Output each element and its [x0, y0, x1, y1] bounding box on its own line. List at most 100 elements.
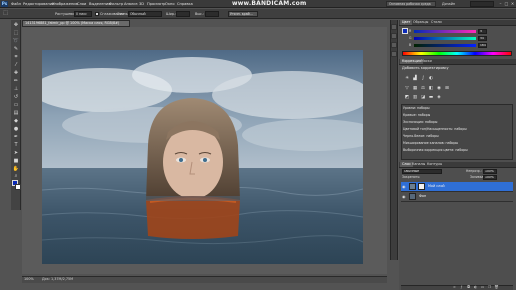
feather-input[interactable]: 0 пикс	[74, 11, 92, 17]
photo-canvas[interactable]	[42, 50, 363, 264]
red-value-input[interactable]: 3	[478, 29, 487, 34]
menu-layers[interactable]: Слои	[77, 1, 86, 7]
preset-exposure[interactable]: Экспозиция: наборы	[403, 120, 437, 125]
minimize-icon[interactable]: –	[498, 1, 503, 6]
zoom-tool-icon[interactable]: ⌕	[12, 173, 20, 180]
crop-tool-icon[interactable]: ⌗	[12, 54, 20, 61]
document-tab[interactable]: 1413196881_fatmir_pp @ 100% (Маска слоя,…	[22, 20, 130, 27]
layer-mask-thumbnail[interactable]	[418, 183, 425, 190]
eyedropper-tool-icon[interactable]: ⁄	[12, 62, 20, 69]
menu-select[interactable]: Выделение	[89, 1, 110, 7]
preset-curves[interactable]: Кривые: наборы	[403, 113, 430, 118]
tab-masks[interactable]: Маски	[419, 59, 434, 64]
preset-levels[interactable]: Уровни: наборы	[403, 106, 430, 111]
exposure-icon[interactable]: ◐	[428, 76, 434, 81]
tab-styles[interactable]: Стили	[429, 20, 444, 25]
maximize-icon[interactable]: □	[504, 1, 509, 6]
brush-tool-icon[interactable]: ✏	[12, 78, 20, 85]
green-slider[interactable]	[414, 37, 476, 40]
invert-icon[interactable]: ◩	[404, 95, 410, 100]
marquee-tool-preset-icon[interactable]: ⬚	[2, 10, 9, 17]
menu-analysis[interactable]: Анализ	[124, 1, 138, 7]
preset-selective-color[interactable]: Выборочная коррекция цвета: наборы	[403, 148, 468, 153]
paragraph-panel-icon[interactable]	[391, 51, 397, 57]
layer-visibility-eye-icon[interactable]: ◉	[402, 184, 407, 189]
layer-name[interactable]: Фон	[419, 194, 426, 199]
quick-select-tool-icon[interactable]: ✎	[12, 46, 20, 53]
channel-mixer-icon[interactable]: ⊞	[444, 86, 450, 91]
add-mask-icon[interactable]: ◘	[466, 285, 471, 290]
new-group-icon[interactable]: ▭	[480, 285, 485, 290]
pen-tool-icon[interactable]: ✒	[12, 134, 20, 141]
shape-tool-icon[interactable]: ■	[12, 158, 20, 165]
width-input[interactable]	[176, 11, 190, 17]
preset-black-white[interactable]: Черно-белое: наборы	[403, 134, 439, 139]
background-color-swatch[interactable]	[15, 184, 21, 190]
threshold-icon[interactable]: ◪	[420, 95, 426, 100]
blue-slider[interactable]	[414, 44, 476, 47]
link-layers-icon[interactable]: ∞	[452, 285, 457, 290]
cs-live-search-input[interactable]	[470, 1, 494, 7]
menu-view[interactable]: Просмотр	[147, 1, 165, 7]
preset-hue-saturation[interactable]: Цветовой тон/Насыщенность: наборы	[403, 127, 467, 132]
black-white-icon[interactable]: ◧	[428, 86, 434, 91]
style-select[interactable]: Обычный	[128, 11, 162, 17]
menu-image[interactable]: Изображение	[52, 1, 78, 7]
menu-file[interactable]: Файл	[11, 1, 21, 7]
marquee-tool-icon[interactable]: ⬚	[12, 30, 20, 37]
path-select-tool-icon[interactable]: ➤	[12, 150, 20, 157]
menu-help[interactable]: Справка	[177, 1, 193, 7]
posterize-icon[interactable]: ▥	[412, 95, 418, 100]
menu-filter[interactable]: Фильтр	[109, 1, 123, 7]
eraser-tool-icon[interactable]: ▭	[12, 102, 20, 109]
new-layer-icon[interactable]: ❐	[487, 285, 492, 290]
color-balance-icon[interactable]: ⚖	[420, 86, 426, 91]
opacity-input[interactable]: 100%	[483, 169, 497, 174]
menu-window[interactable]: Окно	[165, 1, 175, 7]
layer-style-icon[interactable]: ƒ	[459, 285, 464, 290]
hand-tool-icon[interactable]: ✋	[12, 166, 20, 173]
hue-saturation-icon[interactable]: ▦	[412, 86, 418, 91]
photo-filter-icon[interactable]: ◉	[436, 86, 442, 91]
refine-edge-button[interactable]: Уточн. край...	[228, 11, 258, 17]
type-tool-icon[interactable]: T	[12, 142, 20, 149]
vibrance-icon[interactable]: ▽	[404, 86, 410, 91]
adjustment-layer-icon[interactable]: ◐	[473, 285, 478, 290]
layer-name[interactable]: Мой слой	[428, 184, 445, 189]
brightness-contrast-icon[interactable]: ☀	[404, 76, 410, 81]
lasso-tool-icon[interactable]: ➰	[12, 38, 20, 45]
red-slider[interactable]	[414, 30, 476, 33]
blend-mode-select[interactable]: Обычные	[402, 169, 442, 174]
color-spectrum-bar[interactable]	[402, 51, 512, 56]
history-brush-tool-icon[interactable]: ↺	[12, 94, 20, 101]
blue-value-input[interactable]: 184	[478, 43, 487, 48]
levels-icon[interactable]: ▟	[412, 76, 418, 81]
move-tool-icon[interactable]: ✥	[12, 22, 20, 29]
healing-brush-tool-icon[interactable]: ✚	[12, 70, 20, 77]
height-input[interactable]	[205, 11, 219, 17]
delete-layer-icon[interactable]: 🗑	[494, 285, 499, 290]
workspace-design[interactable]: Дизайн	[442, 1, 455, 7]
antialias-checkbox[interactable]	[95, 12, 99, 16]
actions-panel-icon[interactable]	[391, 33, 397, 39]
layer-row[interactable]	[401, 192, 513, 202]
character-panel-icon[interactable]	[391, 42, 397, 48]
tab-paths[interactable]: Контуры	[425, 162, 444, 167]
blur-tool-icon[interactable]: ◆	[12, 118, 20, 125]
dodge-tool-icon[interactable]: ●	[12, 126, 20, 133]
clone-stamp-tool-icon[interactable]: ⊥	[12, 86, 20, 93]
green-value-input[interactable]: 34	[478, 36, 487, 41]
menu-3d[interactable]: 3D	[139, 1, 144, 7]
gradient-map-icon[interactable]: ▬	[428, 95, 434, 100]
tab-swatches[interactable]: Образцы	[411, 20, 430, 25]
zoom-level[interactable]: 100%	[24, 277, 34, 282]
history-panel-icon[interactable]	[391, 24, 397, 30]
close-icon[interactable]: ✕	[510, 1, 515, 6]
color-panel-foreground-swatch[interactable]	[402, 28, 408, 34]
selective-color-icon[interactable]: ◈	[436, 95, 442, 100]
preset-channel-mixer[interactable]: Микширование каналов: наборы	[403, 141, 458, 146]
gradient-tool-icon[interactable]: ▤	[12, 110, 20, 117]
layer-visibility-eye-icon[interactable]: ◉	[402, 194, 407, 199]
menu-edit[interactable]: Редактирование	[23, 1, 54, 7]
fill-input[interactable]: 100%	[483, 175, 497, 180]
